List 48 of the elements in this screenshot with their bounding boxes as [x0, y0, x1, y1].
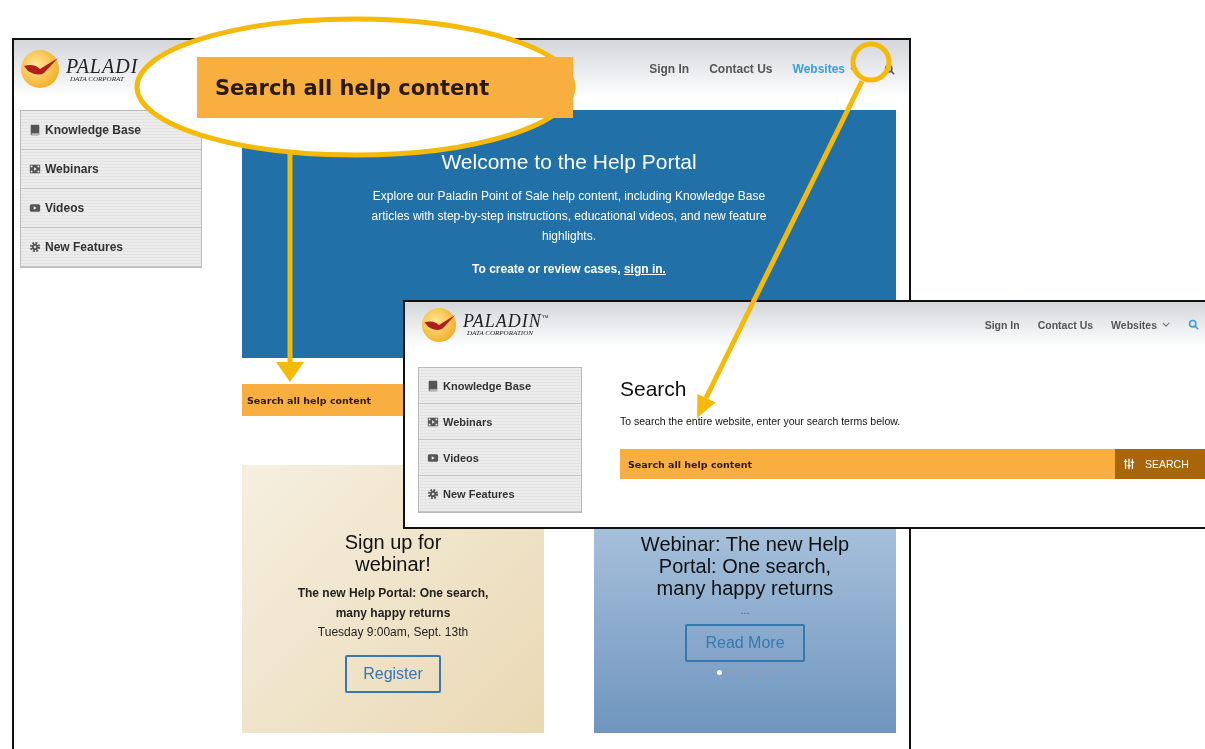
film-icon: [427, 415, 439, 428]
logo-text: PALADIN$^{™}$: [463, 312, 550, 330]
caret-icon: [850, 66, 858, 72]
caret-icon: [1162, 322, 1170, 327]
hero-title: Welcome to the Help Portal: [441, 150, 697, 174]
card-subtitle: many happy returns: [335, 605, 451, 622]
card-title: webinar!: [355, 553, 431, 575]
logo-text: PALADI: [66, 55, 139, 76]
search-icon[interactable]: [884, 63, 895, 75]
film-icon: [29, 163, 41, 175]
sidebar-item[interactable]: New Features: [21, 228, 201, 267]
sliders-icon: [1123, 458, 1135, 470]
hero-text: Explore our Paladin Point of Sale help content, including Knowledge Base articles with step-by-step instructions, educational videos, and new feature highlights.: [370, 188, 768, 245]
card-title: Sign up for: [344, 531, 442, 553]
card-subtitle: The new Help Portal: One search,: [297, 585, 489, 602]
hero-cta-text: To create or review cases, sign in.: [472, 262, 666, 276]
book-icon: [427, 379, 439, 392]
nav-link[interactable]: Websites: [1111, 318, 1170, 331]
search-field[interactable]: Search all help content: [620, 449, 1115, 479]
search-field[interactable]: Search all help content: [242, 384, 403, 416]
ellipsis-text: ...: [740, 605, 750, 616]
sidebar-item[interactable]: New Features: [419, 476, 581, 512]
nav-link[interactable]: Sign In: [649, 62, 690, 76]
callout-banner: Search all help content: [197, 57, 573, 118]
sidebar-item[interactable]: Knowledge Base: [419, 368, 581, 404]
nav-link[interactable]: Contact Us: [709, 62, 773, 76]
book-icon: [29, 124, 41, 136]
sign-in-link[interactable]: sign in.: [623, 262, 666, 276]
logo-icon: [421, 306, 457, 343]
carousel-dot[interactable]: [716, 670, 722, 675]
video-icon: [427, 451, 439, 464]
logo-icon: [20, 49, 60, 89]
callout-circle: [850, 41, 892, 83]
gear-icon: [427, 487, 439, 500]
video-icon: [29, 202, 41, 214]
register-button[interactable]: Register: [345, 655, 441, 693]
sidebar-item[interactable]: Videos: [419, 440, 581, 476]
event-date: Tuesday 9:00am, Sept. 13th: [317, 625, 469, 639]
search-button[interactable]: SEARCH: [1115, 449, 1205, 479]
page-heading: Search: [620, 377, 688, 401]
nav-link[interactable]: Sign In: [984, 318, 1020, 331]
card-title: Webinar: The new Help Portal: One search, many happy returns: [640, 533, 850, 599]
nav-link[interactable]: Contact Us: [1037, 318, 1094, 331]
sidebar-item[interactable]: Videos: [21, 189, 201, 228]
gear-icon: [29, 241, 41, 253]
sidebar-item[interactable]: Webinars: [419, 404, 581, 440]
sidebar-item[interactable]: Webinars: [21, 150, 201, 189]
page-description: To search the entire website, enter your search terms below.: [620, 415, 902, 427]
